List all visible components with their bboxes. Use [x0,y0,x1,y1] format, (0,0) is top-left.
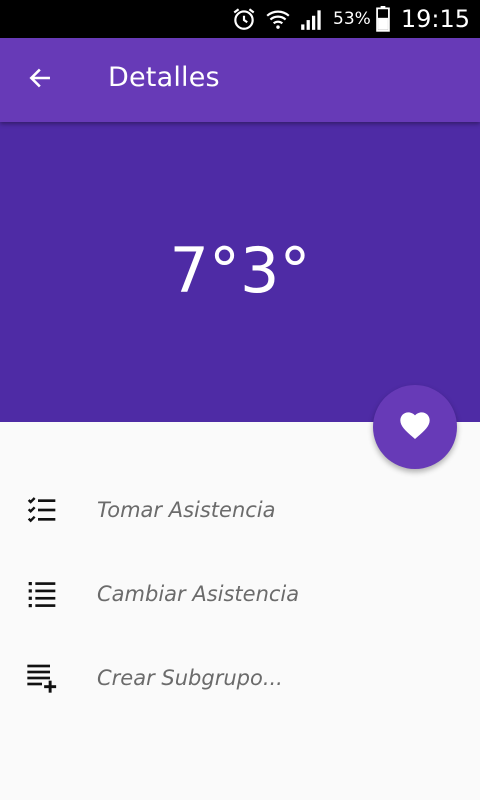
checklist-icon [24,492,60,528]
menu-item-tomar-asistencia[interactable]: Tomar Asistencia [0,475,480,545]
battery-icon [375,6,391,32]
menu-item-label: Cambiar Asistencia [97,582,300,606]
alarm-icon [231,6,257,32]
list-icon [24,576,60,612]
wifi-icon [265,6,291,32]
back-button[interactable] [18,58,62,102]
menu-item-label: Tomar Asistencia [97,498,276,522]
status-bar: 53% 19:15 [0,0,480,38]
hero-header: 7°3° [0,122,480,422]
page-title: Detalles [108,62,220,93]
battery-percent: 53% [333,9,371,29]
temperature-display: 7°3° [169,234,311,307]
menu-item-cambiar-asistencia[interactable]: Cambiar Asistencia [0,559,480,629]
menu-item-label: Crear Subgrupo... [97,666,283,690]
status-clock: 19:15 [400,5,470,33]
arrow-back-icon [27,65,53,95]
playlist-add-icon [24,660,60,696]
app-bar: Detalles [0,38,480,122]
menu-item-crear-subgrupo[interactable]: Crear Subgrupo... [0,643,480,713]
favorite-fab[interactable] [373,385,457,469]
heart-icon [399,410,431,444]
signal-icon [299,6,325,32]
